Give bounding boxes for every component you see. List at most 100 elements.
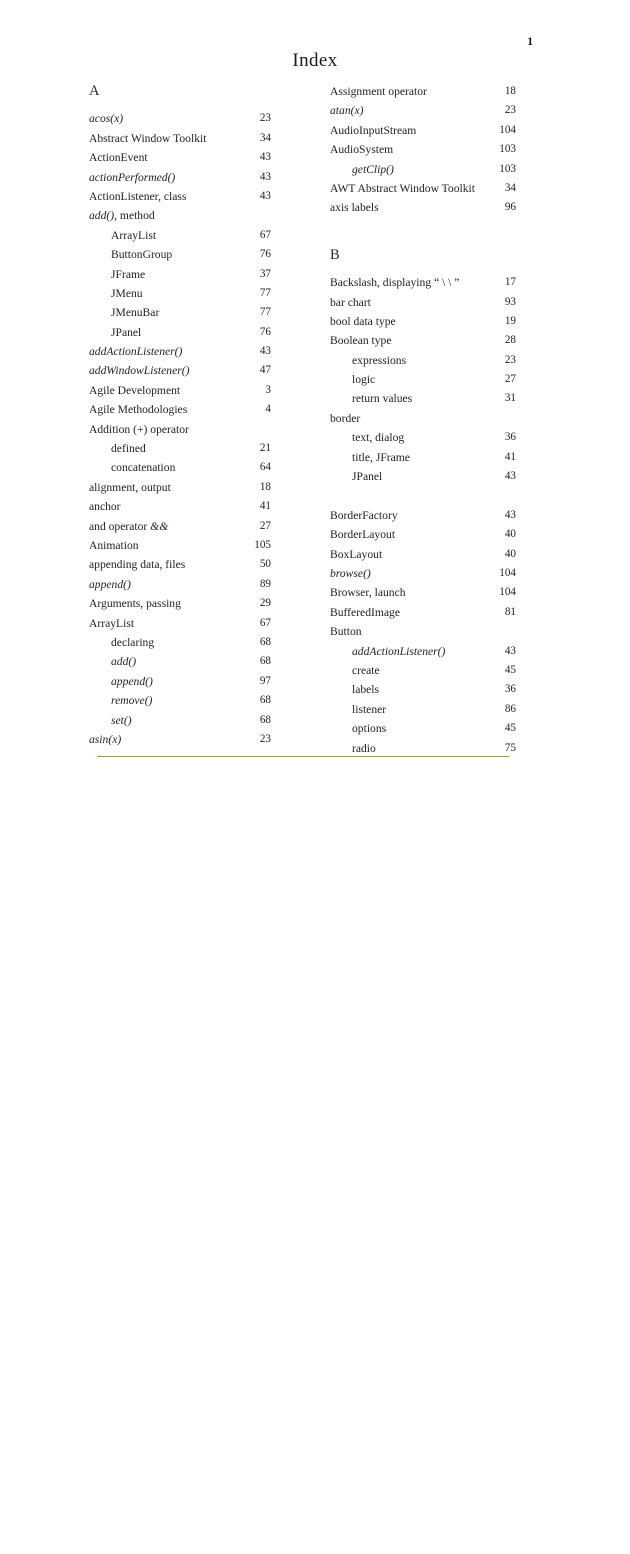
index-entry[interactable]: asin(x) 23 <box>89 730 271 749</box>
index-entry[interactable]: Agile Development 3 <box>89 381 271 400</box>
index-entry-term: Browser, launch <box>330 586 406 600</box>
index-entry[interactable]: addActionListener() 43 <box>89 342 271 361</box>
index-entry-term: radio <box>352 741 376 755</box>
index-entry[interactable]: axis labels 96 <box>330 198 516 217</box>
index-entry[interactable]: Assignment operator 18 <box>330 82 516 101</box>
index-entry[interactable]: Arguments, passing 29 <box>89 594 271 613</box>
index-entry[interactable]: JMenuBar 77 <box>89 303 271 322</box>
index-entry-term: JPanel <box>352 470 383 484</box>
index-entry-term: Boolean type <box>330 334 392 348</box>
index-entry-term: title, JFrame <box>352 450 410 464</box>
index-entry[interactable]: return values 31 <box>330 389 516 408</box>
index-entry[interactable]: options 45 <box>330 719 516 738</box>
index-entry-term: getClip() <box>352 162 394 176</box>
index-entry-term: create <box>352 663 380 677</box>
index-entry-term: Button <box>330 625 362 639</box>
index-entry-term: asin(x) <box>89 732 122 746</box>
index-entry[interactable]: add(), method <box>89 206 271 225</box>
index-entry-term: JMenu <box>111 286 143 300</box>
index-entry[interactable]: logic 27 <box>330 370 516 389</box>
index-entry-list-right: Backslash, displaying “ \ \ ” 17 bar chart… <box>330 273 516 758</box>
index-entry[interactable]: JPanel 76 <box>89 323 271 342</box>
index-page: 1 Index A acos(x) 23 Abstract Window Toolk… <box>0 0 630 815</box>
index-entry[interactable]: defined 21 <box>89 439 271 458</box>
index-entry[interactable]: ArrayList 67 <box>89 226 271 245</box>
index-entry-term: listener <box>352 702 387 716</box>
index-entry[interactable]: listener 86 <box>330 700 516 719</box>
index-entry-term: Abstract Window Toolkit <box>89 131 207 145</box>
index-entry[interactable]: JMenu 77 <box>89 284 271 303</box>
index-entry-term: JPanel <box>111 325 142 339</box>
index-entry[interactable]: AudioSystem 103 <box>330 140 516 159</box>
index-entry[interactable]: ActionListener, class 43 <box>89 187 271 206</box>
index-entry[interactable]: browse() 104 <box>330 564 516 583</box>
section-letter-b: B <box>330 246 340 263</box>
index-entry-term: text, dialog <box>352 431 405 445</box>
index-entry[interactable]: Boolean type 28 <box>330 331 516 350</box>
index-entry[interactable]: title, JFrame 41 <box>330 448 516 467</box>
index-entry-term: actionPerformed() <box>89 170 176 184</box>
index-entry[interactable]: set() 68 <box>89 711 271 730</box>
index-entry-term: concatenation <box>111 461 176 475</box>
index-entry-term: ButtonGroup <box>111 248 173 262</box>
index-entry[interactable]: concatenation 64 <box>89 458 271 477</box>
index-entry[interactable]: text, dialog 36 <box>330 428 516 447</box>
index-entry[interactable]: and operator && 27 <box>89 517 271 536</box>
index-entry[interactable]: Agile Methodologies 4 <box>89 400 271 419</box>
index-entry[interactable]: alignment, output 18 <box>89 478 271 497</box>
index-entry[interactable]: remove() 68 <box>89 691 271 710</box>
index-entry[interactable]: BorderLayout 40 <box>330 525 516 544</box>
index-entry-page-number: 23 <box>259 732 271 745</box>
index-entry[interactable]: Animation 105 <box>89 536 271 555</box>
index-entry[interactable]: ArrayList 67 <box>89 614 271 633</box>
index-entry[interactable]: atan(x) 23 <box>330 101 516 120</box>
index-entry-term: JMenuBar <box>111 306 160 320</box>
index-entry-term: Assignment operator <box>330 85 427 98</box>
index-entry[interactable]: Button <box>330 622 515 641</box>
index-entry-term: AudioSystem <box>330 143 394 157</box>
column-gap <box>330 218 515 246</box>
index-entry[interactable]: Abstract Window Toolkit 34 <box>89 129 271 148</box>
index-entry[interactable]: anchor 41 <box>89 497 271 516</box>
index-entry-term-italic-part: add() <box>89 209 115 223</box>
index-entry[interactable]: actionPerformed() 43 <box>89 168 271 187</box>
index-entry[interactable]: labels 36 <box>330 680 516 699</box>
index-entry[interactable]: acos(x) 23 <box>89 109 271 128</box>
index-entry-term: BoxLayout <box>330 547 383 561</box>
index-entry-term: axis labels <box>330 201 379 215</box>
index-entry[interactable]: create 45 <box>330 661 516 680</box>
index-entry[interactable]: ButtonGroup 76 <box>89 245 271 264</box>
index-entry[interactable]: JPanel 43 <box>330 467 516 486</box>
index-entry-term: bool data type <box>330 314 396 328</box>
index-entry[interactable]: bar chart 93 <box>330 293 516 312</box>
index-entry-term: BorderFactory <box>330 508 398 522</box>
index-entry[interactable]: Browser, launch 104 <box>330 583 516 602</box>
index-entry[interactable]: Addition (+) operator <box>89 420 271 439</box>
index-entry[interactable]: AWT Abstract Window Toolkit 34 <box>330 179 516 198</box>
index-entry-term: logic <box>352 373 376 387</box>
index-entry-term: set() <box>111 713 132 727</box>
index-entry[interactable]: BoxLayout 40 <box>330 545 516 564</box>
page-title: Index <box>292 50 338 71</box>
index-entry[interactable]: getClip() 103 <box>330 160 516 179</box>
index-entry[interactable]: addActionListener() 43 <box>330 642 516 661</box>
index-entry-term: BufferedImage <box>330 605 400 619</box>
index-entry[interactable]: expressions 23 <box>330 351 516 370</box>
index-entry[interactable]: append() 97 <box>89 672 271 691</box>
index-entry[interactable]: BorderFactory 43 <box>330 506 516 525</box>
index-entry[interactable]: appending data, files 50 <box>89 555 271 574</box>
index-entry[interactable]: bool data type 19 <box>330 312 516 331</box>
index-entry[interactable]: JFrame 37 <box>89 265 271 284</box>
index-entry[interactable]: append() 89 <box>89 575 271 594</box>
index-entry-term: Agile Methodologies <box>89 403 188 417</box>
index-entry[interactable]: Backslash, displaying “ \ \ ” 17 <box>330 273 516 292</box>
index-entry[interactable]: add() 68 <box>89 652 271 671</box>
index-entry[interactable]: addWindowListener() 47 <box>89 361 271 380</box>
index-entry[interactable]: border <box>330 409 515 428</box>
index-entry[interactable]: declaring 68 <box>89 633 271 652</box>
index-entry[interactable]: radio 75 <box>330 739 516 758</box>
index-entry[interactable]: AudioInputStream 104 <box>330 121 516 140</box>
index-entry[interactable]: BufferedImage 81 <box>330 603 516 622</box>
index-entry[interactable]: ActionEvent 43 <box>89 148 271 167</box>
index-entry-term: alignment, output <box>89 480 171 494</box>
